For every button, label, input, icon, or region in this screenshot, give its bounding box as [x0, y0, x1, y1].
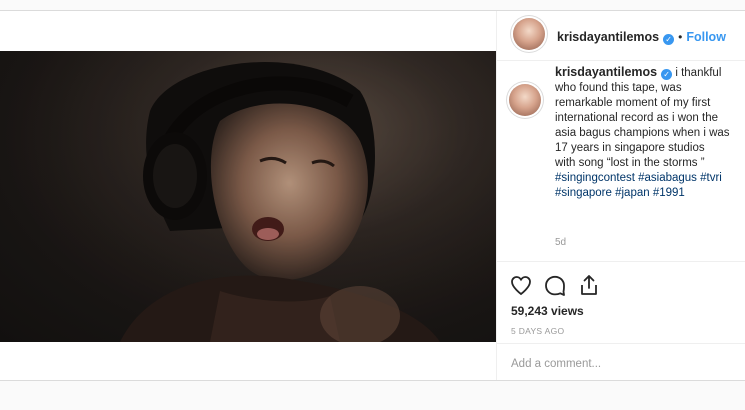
caption-avatar[interactable]: [509, 84, 541, 116]
action-section: 59,243 views 5 DAYS AGO: [497, 261, 745, 381]
heart-icon[interactable]: [509, 273, 533, 297]
separator-dot: •: [678, 30, 683, 44]
video-frame-image: [0, 51, 496, 342]
follow-button[interactable]: Follow: [686, 30, 726, 44]
post-header: krisdayantilemos ✓ • Follow: [497, 11, 745, 61]
verified-badge-icon: ✓: [663, 34, 675, 45]
instagram-post: krisdayantilemos ✓ • Follow krisdayantilemo…: [0, 10, 745, 381]
caption-song-line: with song “lost in the storms ”: [555, 157, 705, 169]
post-sidebar: krisdayantilemos ✓ • Follow krisdayantilemo…: [496, 11, 745, 380]
media-panel: [0, 11, 496, 380]
header-meta: krisdayantilemos ✓ • Follow: [557, 28, 726, 46]
comment-bar: [497, 343, 745, 381]
comment-icon[interactable]: [543, 273, 567, 297]
caption-body: i thankful who found this tape, was rema…: [555, 67, 730, 154]
post-date[interactable]: 5 DAYS AGO: [511, 326, 564, 336]
caption-username[interactable]: krisdayantilemos: [555, 65, 657, 79]
caption-text: krisdayantilemos ✓ i thankful who found t…: [555, 65, 740, 201]
comment-input[interactable]: [509, 354, 733, 374]
video-player[interactable]: [0, 51, 496, 342]
caption-hashtags-line1[interactable]: #singingcontest #asiabagus #tvri: [555, 172, 722, 184]
share-icon[interactable]: [577, 273, 601, 297]
caption-time-ago: 5d: [555, 237, 567, 248]
header-username[interactable]: krisdayantilemos: [557, 30, 659, 44]
verified-badge-icon: ✓: [661, 69, 673, 80]
header-avatar[interactable]: [513, 18, 545, 50]
caption-hashtags-line2[interactable]: #singapore #japan #1991: [555, 187, 685, 199]
view-count[interactable]: 59,243 views: [511, 304, 584, 318]
